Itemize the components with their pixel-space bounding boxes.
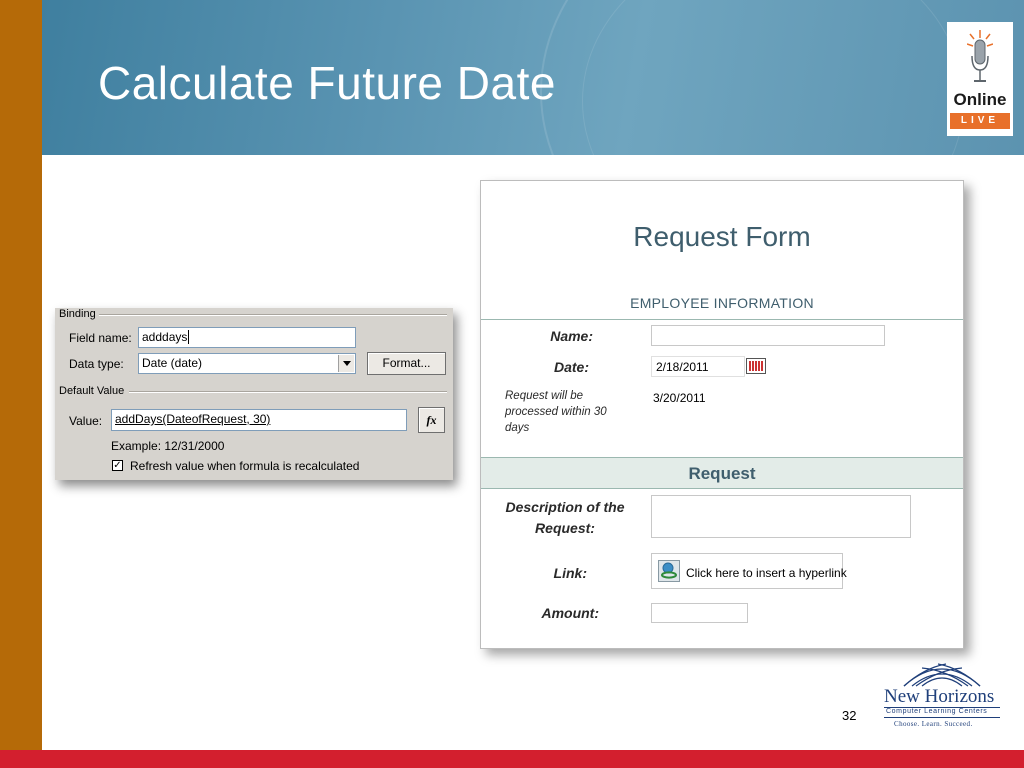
online-live-logo: Online LIVE <box>947 22 1013 136</box>
left-accent-bar <box>0 0 42 750</box>
request-section-band: Request <box>481 457 963 489</box>
description-textarea[interactable] <box>651 495 911 538</box>
globe-arc-icon <box>903 663 981 687</box>
request-form: Request Form EMPLOYEE INFORMATION Name: … <box>480 180 964 649</box>
live-logo-text: LIVE <box>950 113 1010 129</box>
binding-group-label: Binding <box>59 308 96 320</box>
processed-date-value: 3/20/2011 <box>653 391 706 405</box>
microphone-icon <box>967 30 993 82</box>
example-text: Example: 12/31/2000 <box>111 439 225 453</box>
logo-rule-2 <box>884 717 1000 718</box>
processing-note: Request will be processed within 30 days <box>505 388 607 436</box>
data-type-label: Data type: <box>69 357 124 371</box>
calendar-icon[interactable] <box>746 358 766 374</box>
new-horizons-name: New Horizons <box>884 686 995 707</box>
processing-note-line2: processed within 30 <box>505 406 607 418</box>
section-divider <box>481 319 963 320</box>
slide-title: Calculate Future Date <box>98 57 556 109</box>
value-formula-input[interactable]: addDays(DateofRequest, 30) <box>111 409 407 431</box>
insert-hyperlink-button[interactable]: Click here to insert a hyperlink <box>651 553 847 589</box>
globe-decoration-inner <box>582 0 964 155</box>
refresh-checkbox-label: Refresh value when formula is recalculat… <box>130 459 360 473</box>
hyperlink-text: Click here to insert a hyperlink <box>686 566 847 580</box>
amount-label: Amount: <box>541 605 599 621</box>
name-input[interactable] <box>651 325 885 346</box>
new-horizons-logo: New Horizons Computer Learning Centers C… <box>880 660 1004 732</box>
value-label: Value: <box>69 414 103 428</box>
binding-dialog: Binding Field name: adddays Data type: D… <box>55 308 453 480</box>
description-label: Description of the Request: <box>499 497 631 539</box>
processing-note-line1: Request will be <box>505 390 583 402</box>
checkmark-icon: ✓ <box>113 460 122 471</box>
date-label: Date: <box>553 359 589 375</box>
formula-button[interactable]: fx <box>418 407 445 433</box>
new-horizons-tagline: Computer Learning Centers <box>886 708 988 715</box>
default-value-group-divider <box>129 391 447 393</box>
data-type-select[interactable]: Date (date) <box>138 353 356 374</box>
default-value-group-label: Default Value <box>59 385 125 397</box>
new-horizons-motto: Choose. Learn. Succeed. <box>894 720 973 728</box>
bottom-accent-bar <box>0 750 1024 768</box>
employee-information-heading: EMPLOYEE INFORMATION <box>630 295 814 311</box>
binding-group-divider <box>99 314 447 316</box>
amount-input[interactable] <box>651 603 748 623</box>
request-section-heading: Request <box>688 464 756 483</box>
description-label-line2: Request: <box>535 520 595 536</box>
refresh-checkbox[interactable]: ✓ <box>112 460 123 471</box>
page-number: 32 <box>842 708 857 723</box>
form-title: Request Form <box>633 221 811 252</box>
field-name-input[interactable]: adddays <box>138 327 356 348</box>
hyperlink-icon <box>658 560 680 582</box>
data-type-value: Date (date) <box>142 356 203 370</box>
chevron-down-icon[interactable] <box>338 355 354 372</box>
description-label-line1: Description of the <box>505 499 625 515</box>
fx-icon: fx <box>426 413 437 427</box>
online-logo-text: Online <box>953 90 1007 109</box>
processing-note-line3: days <box>505 422 530 434</box>
date-input[interactable]: 2/18/2011 <box>651 356 745 377</box>
format-button[interactable]: Format... <box>367 352 446 375</box>
field-name-value: adddays <box>142 330 188 344</box>
field-name-label: Field name: <box>69 331 132 345</box>
name-label: Name: <box>550 328 593 344</box>
link-label: Link: <box>553 565 587 581</box>
